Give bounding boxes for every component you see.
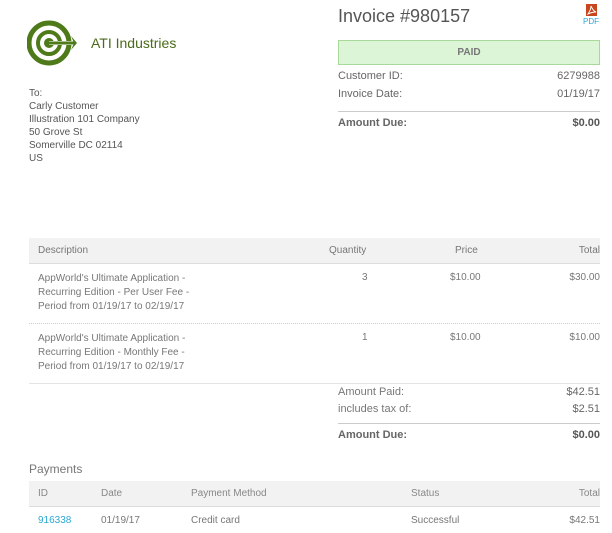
column-header-total: Total xyxy=(578,245,600,256)
row-divider xyxy=(29,323,600,324)
amount-due-row: Amount Due: $0.00 xyxy=(338,429,600,441)
invoice-date-value: 01/19/17 xyxy=(557,88,600,100)
tax-label: includes tax of: xyxy=(338,403,412,415)
pdf-label: PDF xyxy=(583,17,599,26)
target-arrow-icon xyxy=(26,20,77,66)
divider xyxy=(338,423,600,424)
customer-id-label: Customer ID: xyxy=(338,70,403,82)
invoice-date-label: Invoice Date: xyxy=(338,88,403,100)
column-header-date: Date xyxy=(101,488,123,499)
bill-to-country: US xyxy=(29,153,43,164)
table-bottom-divider xyxy=(29,383,600,384)
payment-date: 01/19/17 xyxy=(101,515,140,526)
column-header-quantity: Quantity xyxy=(329,245,367,256)
bill-to-label: To: xyxy=(29,88,43,99)
bill-to-city: Somerville DC 02114 xyxy=(29,140,123,151)
description-line: Period from 01/19/17 to 02/19/17 xyxy=(38,301,185,312)
amount-paid-label: Amount Paid: xyxy=(338,386,405,398)
customer-id-row: Customer ID: 6279988 xyxy=(338,70,600,82)
line-item-description: AppWorld's Ultimate Application - Recurr… xyxy=(38,272,238,314)
description-line: Period from 01/19/17 to 02/19/17 xyxy=(38,361,185,372)
download-pdf-link[interactable]: PDF xyxy=(580,4,602,26)
column-header-price: Price xyxy=(455,245,478,256)
amount-due-value: $0.00 xyxy=(572,117,600,129)
bill-to-street: 50 Grove St xyxy=(29,127,83,138)
description-line: AppWorld's Ultimate Application - xyxy=(38,333,186,344)
tax-row: includes tax of: $2.51 xyxy=(338,403,600,415)
description-line: Recurring Edition - Monthly Fee - xyxy=(38,347,185,358)
invoice-date-row: Invoice Date: 01/19/17 xyxy=(338,88,600,100)
invoice-title: Invoice #980157 xyxy=(338,6,471,26)
company-logo xyxy=(26,18,82,68)
payment-total: $42.51 xyxy=(569,515,600,526)
payment-method: Credit card xyxy=(191,515,240,526)
bill-to-company: Illustration 101 Company xyxy=(29,114,140,125)
pdf-file-icon xyxy=(585,4,597,16)
amount-paid-value: $42.51 xyxy=(566,386,600,398)
items-table-header xyxy=(29,238,600,264)
bill-to-address: To: Carly Customer Illustration 101 Comp… xyxy=(29,87,140,165)
line-item-price: $10.00 xyxy=(450,332,481,343)
divider xyxy=(338,111,600,112)
amount-due-value: $0.00 xyxy=(572,429,600,441)
column-header-status: Status xyxy=(411,488,440,499)
payment-status: Successful xyxy=(411,515,460,526)
amount-paid-row: Amount Paid: $42.51 xyxy=(338,386,600,398)
column-header-total: Total xyxy=(578,488,600,499)
amount-due-label: Amount Due: xyxy=(338,429,408,441)
line-item-total: $10.00 xyxy=(569,332,600,343)
line-item-quantity: 1 xyxy=(362,332,368,343)
description-line: Recurring Edition - Per User Fee - xyxy=(38,287,190,298)
line-item-description: AppWorld's Ultimate Application - Recurr… xyxy=(38,332,238,374)
amount-due-label: Amount Due: xyxy=(338,117,408,129)
customer-id-value: 6279988 xyxy=(557,70,600,82)
payment-id-link[interactable]: 916338 xyxy=(38,515,71,526)
amount-due-summary-row: Amount Due: $0.00 xyxy=(338,117,600,129)
line-item-quantity: 3 xyxy=(362,272,368,283)
line-item-price: $10.00 xyxy=(450,272,481,283)
bill-to-name: Carly Customer xyxy=(29,101,99,112)
column-header-payment-method: Payment Method xyxy=(191,488,267,499)
description-line: AppWorld's Ultimate Application - xyxy=(38,273,186,284)
tax-value: $2.51 xyxy=(572,403,600,415)
company-name: ATI Industries xyxy=(91,35,177,51)
column-header-id: ID xyxy=(38,488,48,499)
status-badge: PAID xyxy=(338,40,600,65)
line-item-total: $30.00 xyxy=(569,272,600,283)
column-header-description: Description xyxy=(38,245,89,256)
payments-heading: Payments xyxy=(29,462,83,476)
